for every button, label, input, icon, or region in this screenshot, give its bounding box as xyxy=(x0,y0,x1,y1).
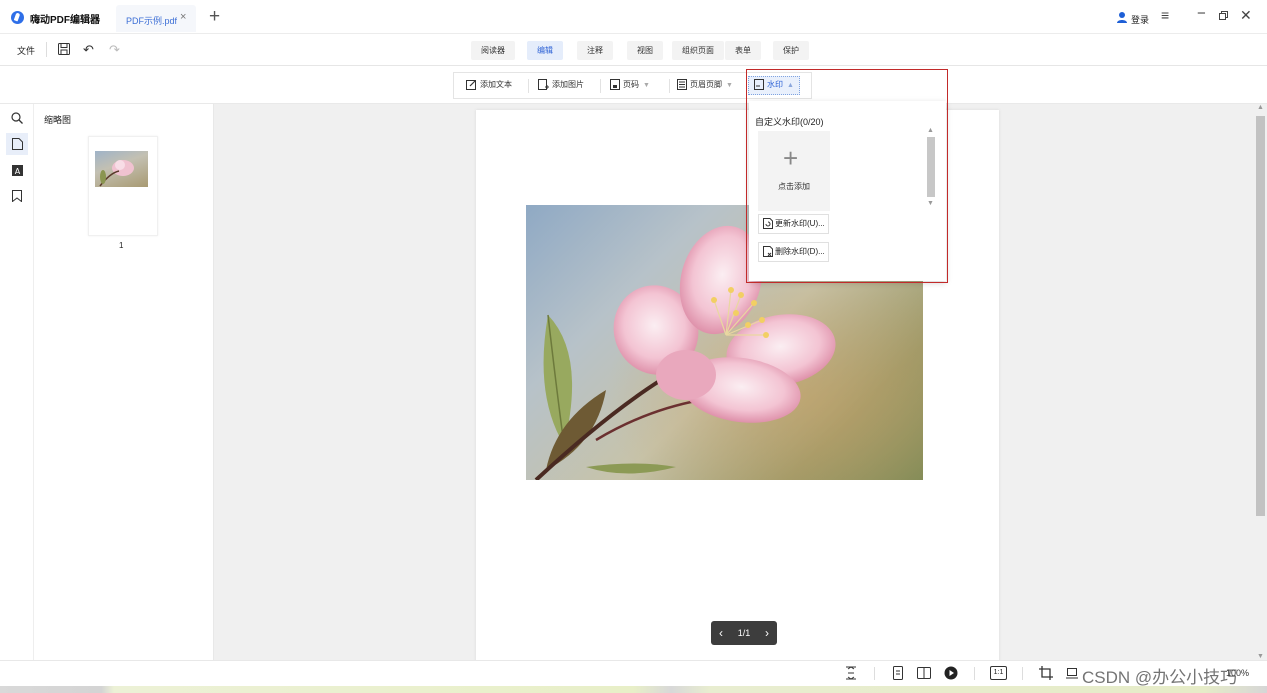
tool-divider xyxy=(600,79,601,93)
previous-page-button[interactable]: ‹ xyxy=(719,621,723,645)
app-logo-icon xyxy=(11,11,24,24)
search-icon xyxy=(11,112,23,124)
user-icon[interactable] xyxy=(1116,11,1128,24)
add-text-label: 添加文本 xyxy=(480,80,512,89)
text-icon: A xyxy=(11,164,23,176)
thumbnail-panel-title: 缩略图 xyxy=(44,115,72,125)
tab-reader[interactable]: 阅读器 xyxy=(471,41,515,60)
file-menu[interactable]: 文件 xyxy=(17,44,35,57)
scroll-down-arrow-icon[interactable]: ▼ xyxy=(1257,653,1264,660)
sidebar-search[interactable] xyxy=(6,107,28,129)
single-page-icon[interactable] xyxy=(891,666,905,680)
tab-forms[interactable]: 表单 xyxy=(725,41,761,60)
header-footer-label: 页眉页脚 xyxy=(690,80,722,89)
header-footer-icon xyxy=(677,79,687,91)
annotation-highlight-box xyxy=(746,69,948,283)
crop-icon[interactable] xyxy=(1039,666,1053,680)
actual-size-button[interactable]: 1:1 xyxy=(990,666,1007,680)
undo-icon[interactable]: ↶ xyxy=(83,42,94,58)
sidebar-icon-bar: A xyxy=(0,104,34,660)
page-icon xyxy=(11,138,23,150)
taskbar-strip xyxy=(0,686,1267,693)
tab-annotate[interactable]: 注释 xyxy=(577,41,613,60)
statusbar-divider xyxy=(1022,667,1023,680)
sidebar-text[interactable]: A xyxy=(6,159,28,181)
tab-organize-pages[interactable]: 组织页面 xyxy=(672,41,724,60)
tool-divider xyxy=(669,79,670,93)
chevron-down-icon: ▼ xyxy=(643,82,650,89)
main-toolbar: 文件 ↶ ↷ 阅读器 编辑 注释 视图 组织页面 表单 保护 xyxy=(0,34,1267,66)
app-title: 嗨动PDF编辑器 xyxy=(30,15,100,26)
add-image-label: 添加图片 xyxy=(552,80,584,89)
tool-divider xyxy=(528,79,529,93)
csdn-watermark-overlay: CSDN @办公小技巧 xyxy=(1082,668,1238,687)
restore-button[interactable] xyxy=(1219,11,1228,20)
page-indicator: 1/1 xyxy=(737,628,751,638)
toolbar-divider xyxy=(46,42,47,57)
title-bar: 嗨动PDF编辑器 PDF示例.pdf × + 登录 ≡ − ✕ xyxy=(0,0,1267,34)
sidebar-thumbnails[interactable] xyxy=(6,133,28,155)
document-view[interactable]: ‹ 1/1 › xyxy=(214,104,1254,670)
two-page-icon[interactable] xyxy=(917,666,931,680)
login-link[interactable]: 登录 xyxy=(1131,13,1149,26)
minimize-button[interactable]: − xyxy=(1197,5,1206,22)
statusbar-divider xyxy=(974,667,975,680)
add-text-button[interactable]: 添加文本 xyxy=(466,79,512,91)
fit-height-icon[interactable] xyxy=(844,666,858,680)
bookmark-icon xyxy=(12,190,22,202)
fit-width-icon[interactable] xyxy=(1065,666,1079,680)
page-number-label: 页码 xyxy=(623,80,639,89)
tab-edit[interactable]: 编辑 xyxy=(527,41,563,60)
header-footer-button[interactable]: 页眉页脚 ▼ xyxy=(677,79,733,91)
tab-close-icon[interactable]: × xyxy=(180,11,186,23)
hamburger-menu-icon[interactable]: ≡ xyxy=(1161,7,1169,23)
tab-document-label: PDF示例.pdf xyxy=(126,16,178,26)
add-text-icon xyxy=(466,80,476,91)
tab-protect[interactable]: 保护 xyxy=(773,41,809,60)
statusbar-divider xyxy=(874,667,875,680)
save-icon[interactable] xyxy=(58,43,70,55)
next-page-button[interactable]: › xyxy=(765,621,769,645)
add-image-icon xyxy=(538,79,549,91)
chevron-down-icon: ▼ xyxy=(726,82,733,89)
status-bar: 1:1 100% CSDN @办公小技巧 xyxy=(0,660,1267,687)
page-thumbnail[interactable] xyxy=(88,136,158,236)
new-tab-button[interactable]: + xyxy=(209,5,220,29)
edit-tool-row: 添加文本 添加图片 页码 ▼ 页眉页脚 ▼ 水印 ▲ xyxy=(0,66,1267,104)
page-number-icon xyxy=(610,79,620,91)
redo-icon[interactable]: ↷ xyxy=(109,42,120,58)
thumbnail-page-number: 1 xyxy=(119,241,124,250)
tab-view[interactable]: 视图 xyxy=(627,41,663,60)
close-window-button[interactable]: ✕ xyxy=(1240,7,1252,24)
svg-text:A: A xyxy=(14,167,20,176)
page-navigator: ‹ 1/1 › xyxy=(711,621,777,645)
thumbnail-panel: 缩略图 1 ≡ xyxy=(34,104,252,660)
scrollbar-thumb[interactable] xyxy=(1256,116,1265,516)
scroll-up-arrow-icon[interactable]: ▲ xyxy=(1257,104,1264,111)
page-number-button[interactable]: 页码 ▼ xyxy=(610,79,650,91)
thumbnail-image xyxy=(95,151,148,187)
vertical-scrollbar[interactable]: ▲ ▼ xyxy=(1254,104,1267,660)
slideshow-play-icon[interactable] xyxy=(944,666,958,680)
sidebar-bookmarks[interactable] xyxy=(6,185,28,207)
add-image-button[interactable]: 添加图片 xyxy=(538,79,584,91)
tab-document[interactable]: PDF示例.pdf × xyxy=(116,5,196,32)
